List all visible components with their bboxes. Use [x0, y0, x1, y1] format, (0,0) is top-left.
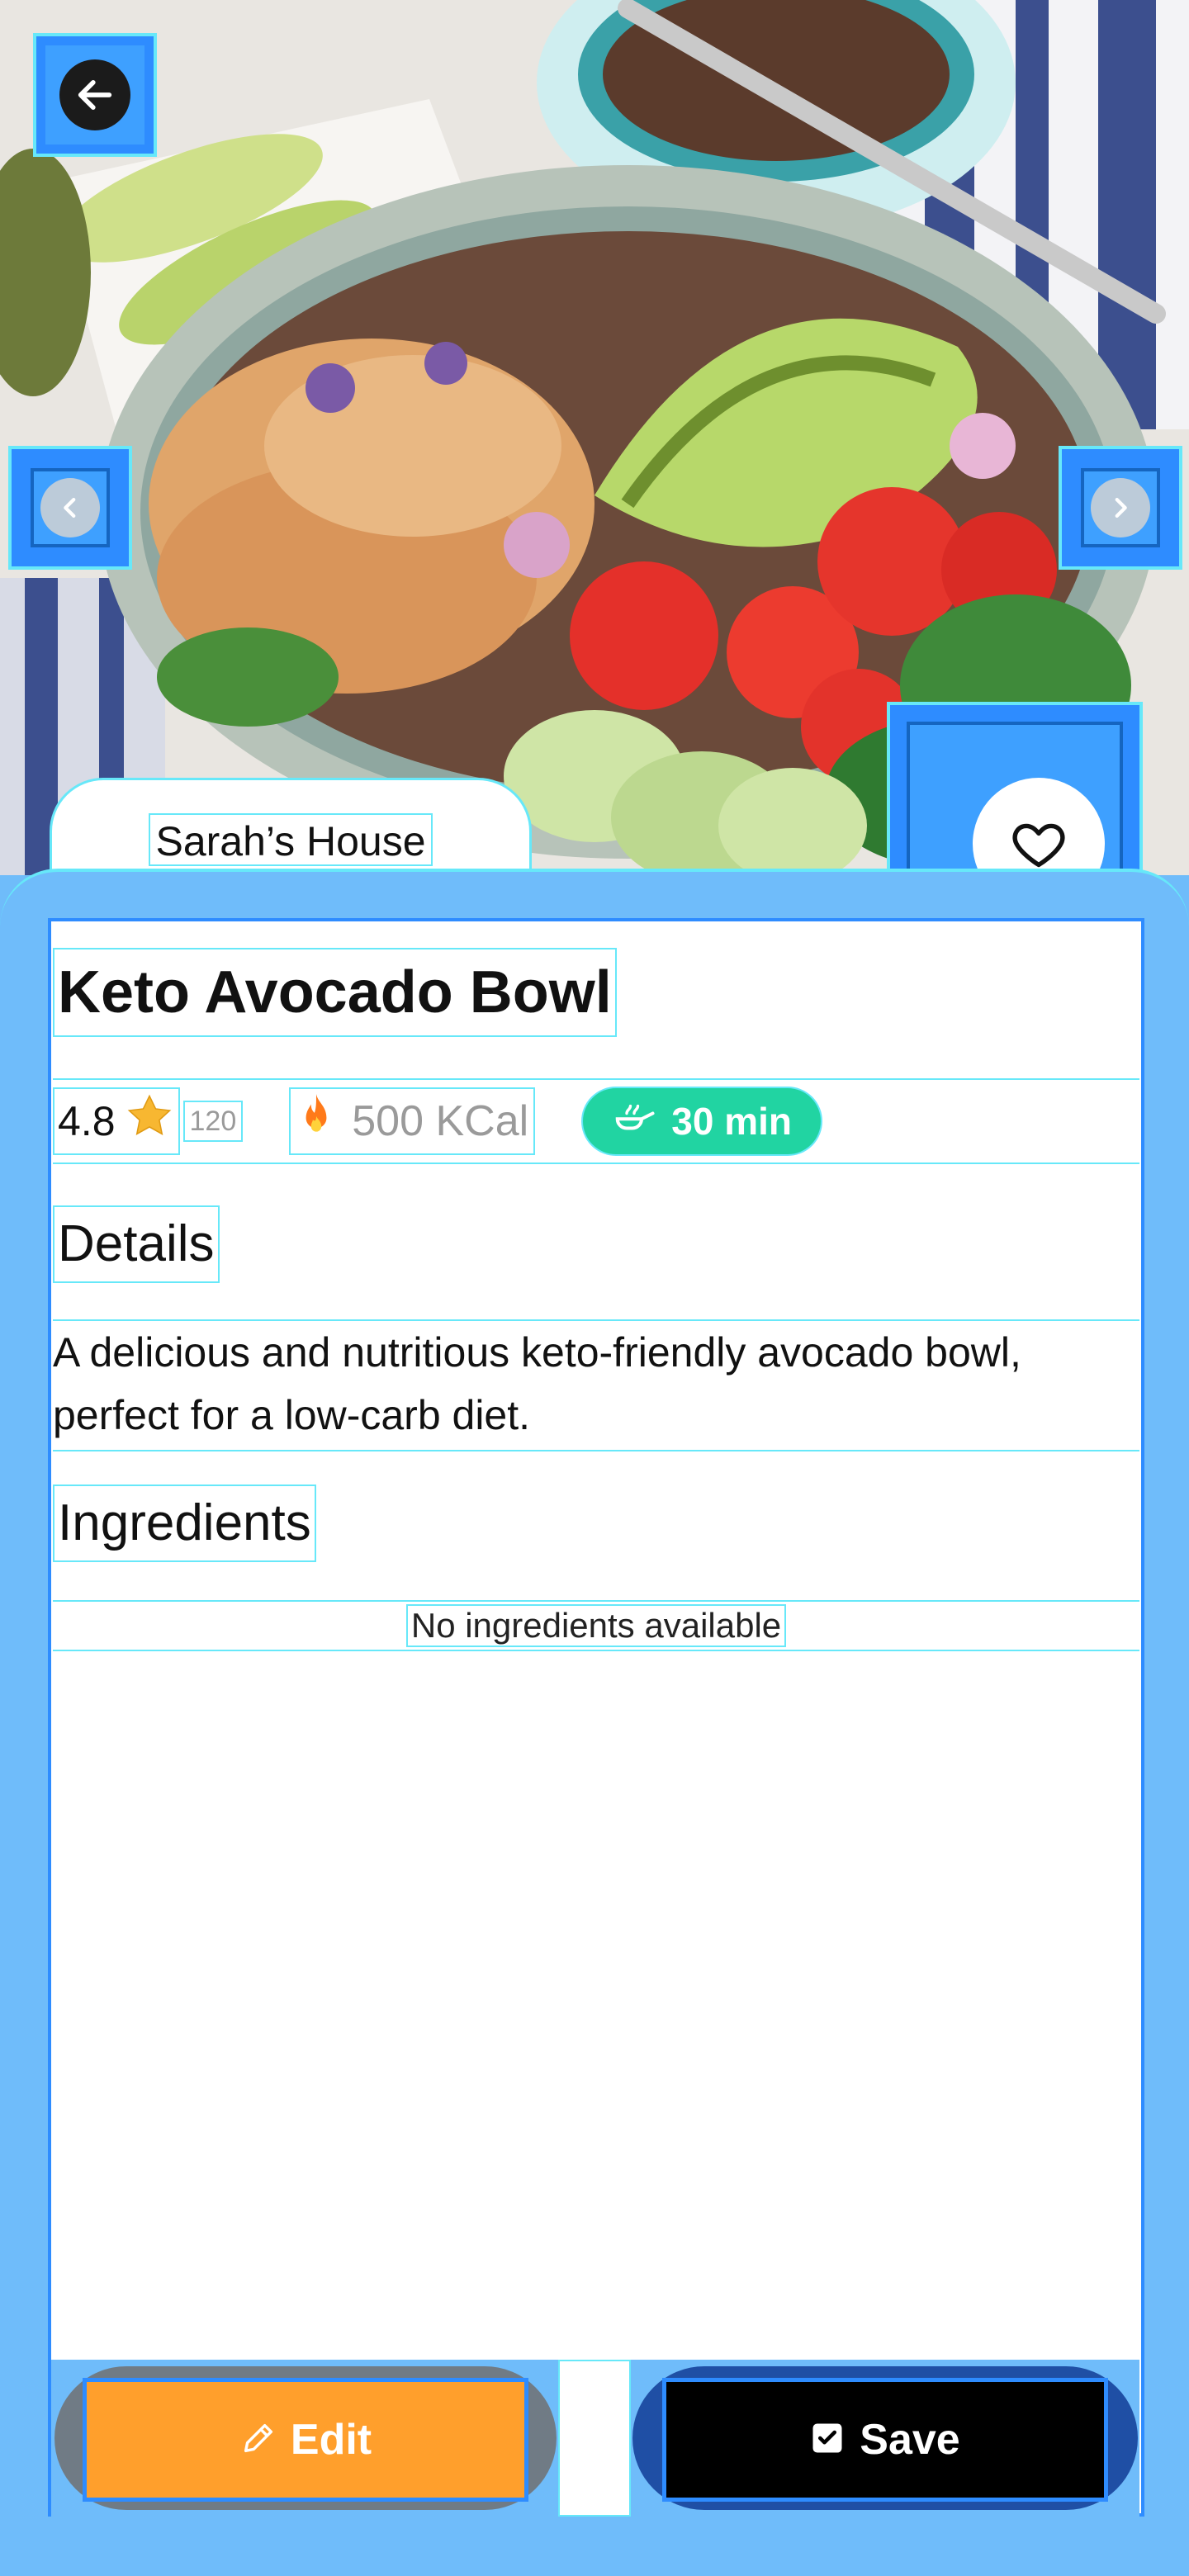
ingredients-list: No ingredients available — [53, 1600, 1139, 1651]
edit-button[interactable]: Edit — [83, 2378, 528, 2502]
rating-value: 4.8 — [58, 1098, 116, 1144]
owner-label: Sarah’s House — [149, 813, 433, 866]
cook-time-badge: 30 min — [581, 1087, 823, 1156]
fire-icon — [296, 1092, 337, 1151]
cook-time-value: 30 min — [671, 1100, 793, 1143]
save-button-container: Save — [632, 2366, 1138, 2510]
details-heading: Details — [53, 1205, 220, 1283]
ingredients-empty-message: No ingredients available — [405, 1604, 787, 1647]
next-image-button[interactable] — [1059, 446, 1182, 570]
chevron-left-icon — [40, 478, 100, 537]
pencil-icon — [239, 2419, 277, 2461]
recipe-title: Keto Avocado Bowl — [53, 948, 617, 1037]
star-icon — [124, 1091, 175, 1152]
edit-button-container: Edit — [54, 2366, 557, 2510]
button-spacer — [558, 2360, 631, 2517]
back-button[interactable] — [33, 33, 157, 157]
arrow-left-icon — [59, 59, 130, 130]
checkmark-icon — [810, 2421, 845, 2460]
calories: 500 KCal — [289, 1087, 536, 1155]
action-bar: Edit Save — [51, 2360, 1139, 2517]
edit-button-label: Edit — [290, 2416, 372, 2464]
previous-image-button[interactable] — [8, 446, 132, 570]
review-count: 120 — [182, 1101, 244, 1142]
chevron-right-icon — [1091, 478, 1150, 537]
ingredients-heading: Ingredients — [53, 1485, 316, 1562]
cooking-pan-icon — [612, 1095, 656, 1148]
save-button-label: Save — [860, 2416, 960, 2464]
rating: 4.8 — [53, 1087, 180, 1155]
save-button[interactable]: Save — [662, 2378, 1108, 2502]
calories-value: 500 KCal — [352, 1097, 529, 1145]
recipe-description: A delicious and nutritious keto-friendly… — [53, 1319, 1139, 1451]
recipe-stats: 4.8 120 500 KCal 30 min — [53, 1078, 1139, 1164]
favorite-button[interactable] — [887, 702, 1143, 910]
